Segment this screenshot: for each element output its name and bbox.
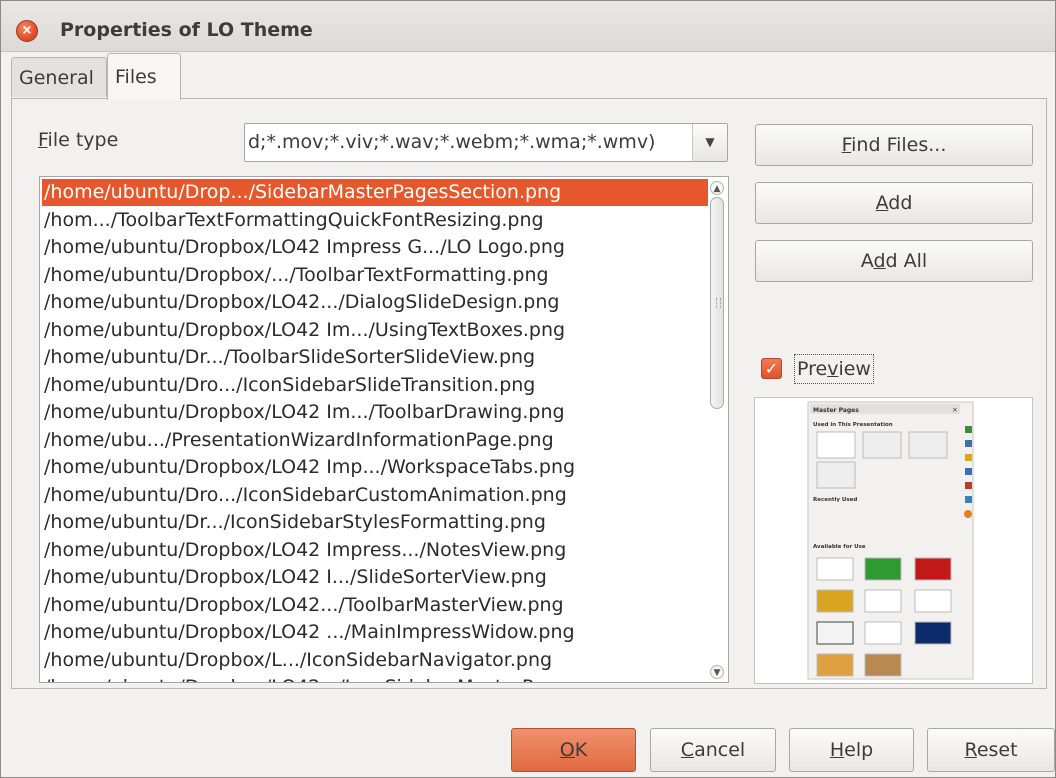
scrollbar-thumb[interactable]: [710, 197, 724, 409]
dialog-title: Properties of LO Theme: [60, 19, 313, 41]
file-list-item[interactable]: /home/ubuntu/Dro.../IconSidebarCustomAni…: [42, 482, 708, 509]
file-type-dropdown[interactable]: d;*.mov;*.viv;*.wav;*.webm;*.wma;*.wmv) …: [244, 123, 728, 162]
file-list-item[interactable]: /home/ubuntu/Dropbox/LO42 Im.../ToolbarD…: [42, 399, 708, 426]
scroll-down-icon[interactable]: ▼: [710, 665, 724, 679]
svg-text:×: ×: [952, 406, 958, 414]
preview-label[interactable]: Preview: [794, 354, 874, 384]
close-icon[interactable]: ×: [16, 20, 38, 42]
add-button[interactable]: Add: [755, 182, 1033, 224]
file-list-item[interactable]: /home/ubuntu/Dropbox/LO42.../ToolbarMast…: [42, 592, 708, 619]
file-list-item[interactable]: /home/ubuntu/Dropbox/LO42.../IconSidebar…: [42, 674, 708, 682]
svg-text:Used in This Presentation: Used in This Presentation: [813, 422, 893, 428]
file-type-value: d;*.mov;*.viv;*.wav;*.webm;*.wma;*.wmv): [248, 131, 656, 153]
thumb-header: Master Pages: [813, 407, 859, 414]
reset-button[interactable]: Reset: [927, 728, 1055, 772]
file-list-item[interactable]: /home/ubu.../PresentationWizardInformati…: [42, 427, 708, 454]
file-list-item[interactable]: /home/ubuntu/Dropbox/LO42 Imp.../Workspa…: [42, 454, 708, 481]
file-list-item[interactable]: /home/ubuntu/Dropbox/LO42 Impress.../Not…: [42, 537, 708, 564]
chevron-down-icon[interactable]: ▼: [692, 124, 727, 161]
find-files-button[interactable]: Find Files...: [755, 124, 1033, 166]
preview-thumbnail: Master Pages × Used in This Presentation…: [807, 401, 974, 680]
file-list-item[interactable]: /home/ubuntu/Dropbox/L.../IconSidebarNav…: [42, 647, 708, 674]
file-list-item[interactable]: /home/ubuntu/Dr.../ToolbarSlideSorterSli…: [42, 344, 708, 371]
scroll-up-icon[interactable]: ▲: [710, 181, 724, 195]
cancel-button[interactable]: Cancel: [650, 728, 776, 772]
preview-pane: Master Pages × Used in This Presentation…: [754, 397, 1033, 684]
file-list-item[interactable]: /home/ubuntu/Dr.../IconSidebarStylesForm…: [42, 509, 708, 536]
help-button[interactable]: Help: [789, 728, 914, 772]
tab-files[interactable]: Files: [107, 53, 181, 100]
svg-text:Available for Use: Available for Use: [813, 544, 866, 550]
svg-text:Recently Used: Recently Used: [813, 497, 857, 503]
tab-general[interactable]: General: [11, 57, 107, 97]
file-list-item[interactable]: /home/ubuntu/Dro.../IconSidebarSlideTran…: [42, 372, 708, 399]
preview-checkbox[interactable]: ✓: [761, 358, 782, 379]
file-list-item[interactable]: /home/ubuntu/Dropbox/LO42 .../MainImpres…: [42, 619, 708, 646]
grip-icon: [716, 298, 721, 308]
file-list-item[interactable]: /home/ubuntu/Dropbox/LO42 Impress G.../L…: [42, 234, 708, 261]
file-type-label: File type: [38, 129, 119, 151]
file-list-item[interactable]: /home/ubuntu/Dropbox/.../ToolbarTextForm…: [42, 262, 708, 289]
file-list-item[interactable]: /hom.../ToolbarTextFormattingQuickFontRe…: [42, 207, 708, 234]
list-scrollbar[interactable]: ▲ ▼: [710, 181, 724, 679]
file-list[interactable]: /home/ubuntu/Drop.../SidebarMasterPagesS…: [39, 176, 729, 683]
properties-dialog: × Properties of LO Theme General Files F…: [0, 0, 1056, 778]
file-list-item[interactable]: /home/ubuntu/Dropbox/LO42 Im.../UsingTex…: [42, 317, 708, 344]
file-list-item[interactable]: /home/ubuntu/Drop.../SidebarMasterPagesS…: [42, 179, 708, 206]
ok-button[interactable]: OK: [511, 728, 636, 772]
file-list-item[interactable]: /home/ubuntu/Dropbox/LO42.../DialogSlide…: [42, 289, 708, 316]
title-bar: × Properties of LO Theme: [1, 1, 1055, 52]
file-list-item[interactable]: /home/ubuntu/Dropbox/LO42 I.../SlideSort…: [42, 564, 708, 591]
add-all-button[interactable]: Add All: [755, 240, 1033, 282]
